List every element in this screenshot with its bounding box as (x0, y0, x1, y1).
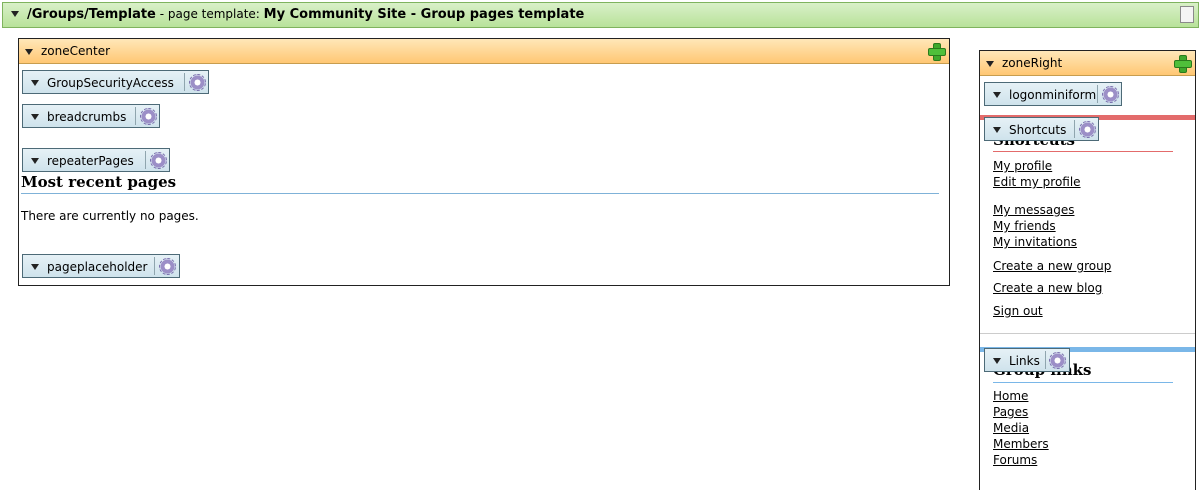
template-separator: - page template: (155, 7, 264, 21)
link-create-group[interactable]: Create a new group (993, 259, 1111, 273)
chevron-down-icon[interactable] (25, 49, 33, 55)
gear-icon[interactable] (1102, 86, 1119, 103)
webpart-label: repeaterPages (47, 154, 134, 168)
divider (184, 73, 185, 91)
chevron-down-icon[interactable] (993, 358, 1001, 364)
webpart-label: breadcrumbs (47, 110, 127, 124)
gear-icon[interactable] (189, 74, 206, 91)
webpart-shortcuts[interactable]: Shortcuts (984, 117, 1099, 141)
zone-center: zoneCenter GroupSecurityAccess breadcrum… (18, 38, 950, 286)
divider (1045, 351, 1046, 369)
template-title: /Groups/Template - page template: My Com… (27, 7, 584, 22)
chevron-down-icon[interactable] (31, 264, 39, 270)
zone-center-header[interactable]: zoneCenter (19, 39, 949, 64)
webpart-label: Links (1009, 354, 1040, 368)
heading-underline (21, 193, 939, 194)
zone-right: zoneRight logonminiform Shortcuts My pro… (979, 50, 1196, 490)
gear-icon[interactable] (159, 258, 176, 275)
add-webpart-icon[interactable] (1173, 54, 1192, 73)
chevron-down-icon[interactable] (31, 158, 39, 164)
box-divider (980, 333, 1195, 334)
gear-icon[interactable] (1079, 121, 1096, 138)
divider (145, 151, 146, 169)
webpart-repeater-pages[interactable]: repeaterPages (22, 148, 170, 172)
edit-template-icon[interactable] (1180, 6, 1194, 23)
shortcuts-underline (993, 151, 1173, 152)
no-pages-message: There are currently no pages. (21, 209, 199, 223)
page-template-bar: /Groups/Template - page template: My Com… (2, 2, 1199, 28)
link-members[interactable]: Members (993, 437, 1049, 451)
link-home[interactable]: Home (993, 389, 1028, 403)
chevron-down-icon[interactable] (31, 80, 39, 86)
divider (154, 257, 155, 275)
webpart-logonminiform[interactable]: logonminiform (984, 82, 1122, 106)
webpart-label: Shortcuts (1009, 123, 1067, 137)
webpart-label: pageplaceholder (47, 260, 148, 274)
chevron-down-icon[interactable] (993, 127, 1001, 133)
webpart-breadcrumbs[interactable]: breadcrumbs (22, 104, 160, 128)
gear-icon[interactable] (150, 152, 167, 169)
link-create-blog[interactable]: Create a new blog (993, 281, 1102, 295)
chevron-down-icon[interactable] (31, 114, 39, 120)
shortcuts-box: Shortcuts My profile Edit my profile My … (980, 115, 1195, 333)
template-name: My Community Site - Group pages template (263, 7, 585, 22)
webpart-links[interactable]: Links (984, 348, 1070, 372)
link-forums[interactable]: Forums (993, 453, 1037, 467)
link-my-friends[interactable]: My friends (993, 219, 1056, 233)
gear-icon[interactable] (1049, 352, 1066, 369)
link-media[interactable]: Media (993, 421, 1029, 435)
gear-icon[interactable] (140, 108, 157, 125)
chevron-down-icon[interactable] (986, 61, 994, 67)
divider (1097, 85, 1098, 103)
divider (1074, 120, 1075, 138)
webpart-pageplaceholder[interactable]: pageplaceholder (22, 254, 180, 278)
zone-center-label: zoneCenter (41, 44, 111, 58)
links-underline (993, 382, 1173, 383)
webpart-label: GroupSecurityAccess (47, 76, 174, 90)
link-sign-out[interactable]: Sign out (993, 304, 1043, 318)
divider (135, 107, 136, 125)
template-path: /Groups/Template (27, 7, 156, 22)
zone-right-label: zoneRight (1002, 56, 1063, 70)
webpart-label: logonminiform (1009, 88, 1097, 102)
zone-right-header[interactable]: zoneRight (980, 51, 1195, 76)
add-webpart-icon[interactable] (927, 42, 946, 61)
collapse-arrow-icon[interactable] (11, 11, 19, 17)
link-my-invitations[interactable]: My invitations (993, 235, 1077, 249)
webpart-group-security-access[interactable]: GroupSecurityAccess (22, 70, 209, 94)
link-my-profile[interactable]: My profile (993, 159, 1052, 173)
most-recent-pages-heading: Most recent pages (21, 173, 177, 191)
chevron-down-icon[interactable] (993, 92, 1001, 98)
link-my-messages[interactable]: My messages (993, 203, 1074, 217)
link-pages[interactable]: Pages (993, 405, 1028, 419)
link-edit-my-profile[interactable]: Edit my profile (993, 175, 1081, 189)
